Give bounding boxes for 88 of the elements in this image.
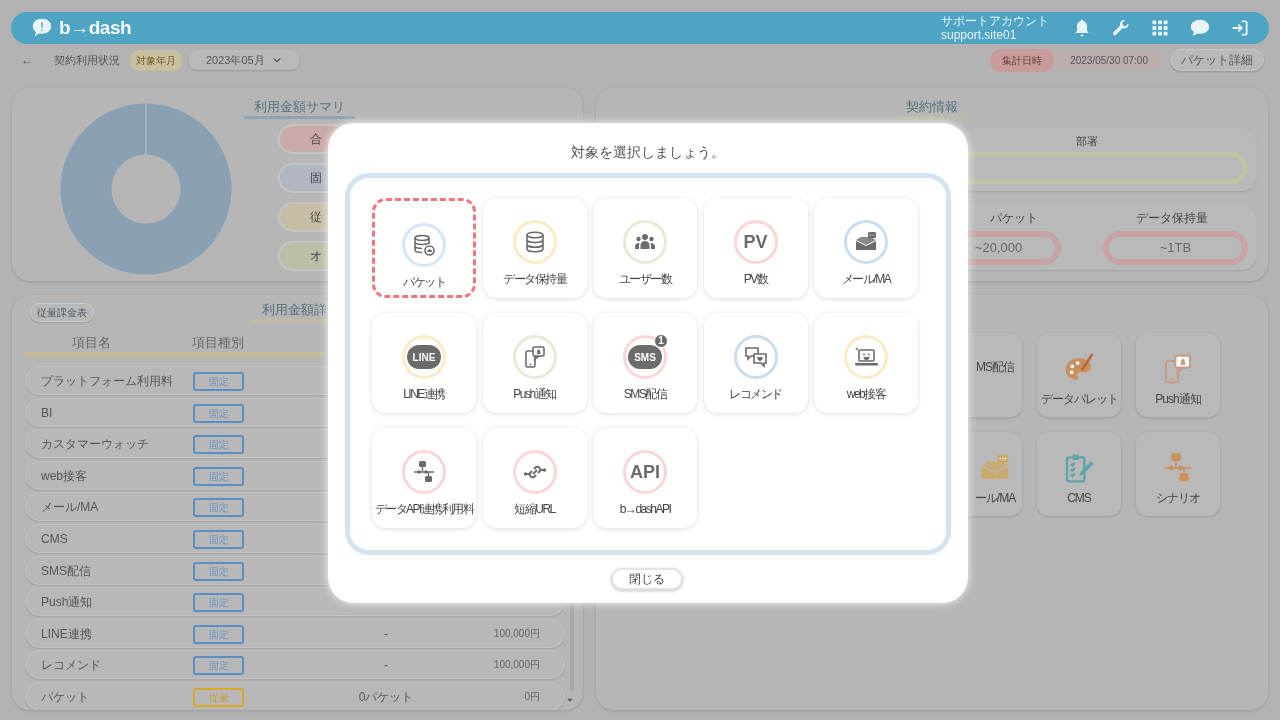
period-tag: 対象年月 — [130, 49, 182, 71]
feature-tile[interactable]: ール/MA — [968, 432, 1022, 516]
laptop-face-icon — [854, 345, 878, 369]
item-name: パケット — [41, 689, 89, 706]
target-tile[interactable]: LINE LINE連携 — [372, 313, 476, 413]
item-type-tag: 固定 — [193, 498, 244, 518]
clipboard-pencil-icon — [1063, 452, 1095, 484]
item-name: web接客 — [41, 467, 87, 485]
item-quantity: - — [383, 657, 389, 675]
column-header: 項目名 — [72, 334, 111, 352]
item-name: カスタマーウォッチ — [41, 436, 149, 454]
chat-button[interactable] — [1188, 17, 1212, 39]
item-type-tag: 固定 — [193, 466, 244, 486]
count-badge: 1 — [654, 334, 668, 348]
feature-tile[interactable]: CMS — [1037, 432, 1121, 516]
target-tile[interactable]: パケット — [372, 198, 476, 298]
storage-value: ~1TB — [1103, 231, 1248, 265]
item-amount: 0円 — [524, 690, 540, 704]
account-id: support.site01 — [941, 28, 1018, 42]
item-type-tag: 固定 — [193, 403, 244, 423]
apps-icon — [1150, 18, 1170, 38]
target-tile[interactable]: メール/MA — [814, 198, 918, 298]
item-name: SMS配信 — [41, 562, 91, 580]
item-name: LINE連携 — [41, 625, 92, 643]
back-button[interactable]: ← — [16, 51, 38, 69]
department-label: 部署 — [1076, 134, 1098, 149]
icon-text: API — [630, 460, 660, 484]
feature-tile[interactable]: データパレット — [1037, 333, 1121, 417]
contract-title: 契約情報 — [896, 98, 968, 119]
icon-text: PV — [743, 230, 768, 254]
item-name: BI — [41, 404, 53, 422]
close-button[interactable]: 閉じる — [611, 568, 683, 590]
target-tile[interactable]: データAPI連携利用料 — [372, 428, 476, 528]
target-tile[interactable]: SMS 1 SMS配信 — [593, 313, 697, 413]
month-select[interactable]: 2023年05月 — [188, 50, 300, 70]
aggregate-time: 2023/05/30 07:00 — [1070, 53, 1148, 68]
storage-label: データ保持量 — [1136, 210, 1208, 227]
chat-heart-icon — [743, 345, 768, 369]
feature-tile[interactable]: MS配信 — [968, 333, 1022, 417]
target-tile[interactable]: web接客 — [814, 313, 918, 413]
item-type-tag: 固定 — [193, 593, 244, 613]
feature-tile[interactable]: シナリオ — [1136, 432, 1220, 516]
column-header: 項目種別 — [192, 334, 244, 352]
settings-icon — [1111, 18, 1131, 38]
item-type-tag: 固定 — [193, 656, 244, 676]
phone-bell-icon — [1162, 353, 1194, 385]
target-tile[interactable]: API b→dashAPI — [593, 428, 697, 528]
item-type-tag: 従量 — [193, 688, 244, 707]
summary-title: 利用金額サマリ — [244, 98, 355, 119]
target-tile[interactable]: データ保持量 — [482, 198, 587, 298]
modal-title: 対象を選択しましょう。 — [570, 143, 726, 162]
item-name: プラットフォーム利用料 — [41, 373, 173, 390]
flow-diagram-icon — [412, 460, 436, 484]
item-type-tag: 固定 — [193, 435, 244, 455]
page-title: 契約利用状況 — [54, 52, 120, 68]
chat-bubble-icon — [1188, 17, 1212, 39]
logout-icon — [1230, 18, 1250, 38]
database-chart-icon — [412, 233, 436, 257]
target-tile[interactable]: 短縮URL — [482, 428, 587, 528]
scroll-down-icon — [566, 696, 574, 704]
item-quantity: - — [383, 625, 389, 643]
item-name: Push通知 — [41, 594, 93, 612]
item-type-tag: 固定 — [193, 372, 244, 391]
target-tile[interactable]: Push通知 — [482, 313, 587, 413]
pricing-table-button[interactable]: 従量課金表 — [30, 303, 94, 322]
packet-label: パケット — [990, 210, 1038, 227]
item-name: CMS — [41, 531, 68, 548]
item-type-tag: 固定 — [193, 561, 244, 581]
speech-bubble: SMS — [628, 345, 662, 369]
packet-detail-button[interactable]: パケット詳細 — [1170, 49, 1264, 71]
item-name: メール/MA — [41, 499, 99, 517]
flow-diagram-icon — [1162, 452, 1194, 484]
item-amount: 100,000円 — [493, 626, 540, 641]
target-tile[interactable]: レコメンド — [703, 313, 808, 413]
target-tile[interactable]: ユーザー数 — [593, 198, 697, 298]
phone-bell-icon — [522, 345, 547, 369]
item-amount: 100,000円 — [493, 658, 540, 673]
logo-text: b→dash — [59, 15, 132, 40]
speech-bubble: LINE — [407, 345, 441, 369]
account-name: サポートアカウント — [941, 14, 1049, 28]
item-type-tag: 固定 — [193, 624, 244, 644]
target-tile[interactable]: PV PV数 — [703, 198, 808, 298]
feature-tile[interactable]: Push通知 — [1136, 333, 1220, 417]
item-name: レコメンド — [41, 657, 101, 675]
aggregate-tag: 集計日時 — [990, 48, 1055, 72]
item-type-tag: 固定 — [193, 530, 244, 549]
chevron-down-icon — [272, 55, 282, 65]
item-quantity: 0パケット — [357, 689, 415, 706]
